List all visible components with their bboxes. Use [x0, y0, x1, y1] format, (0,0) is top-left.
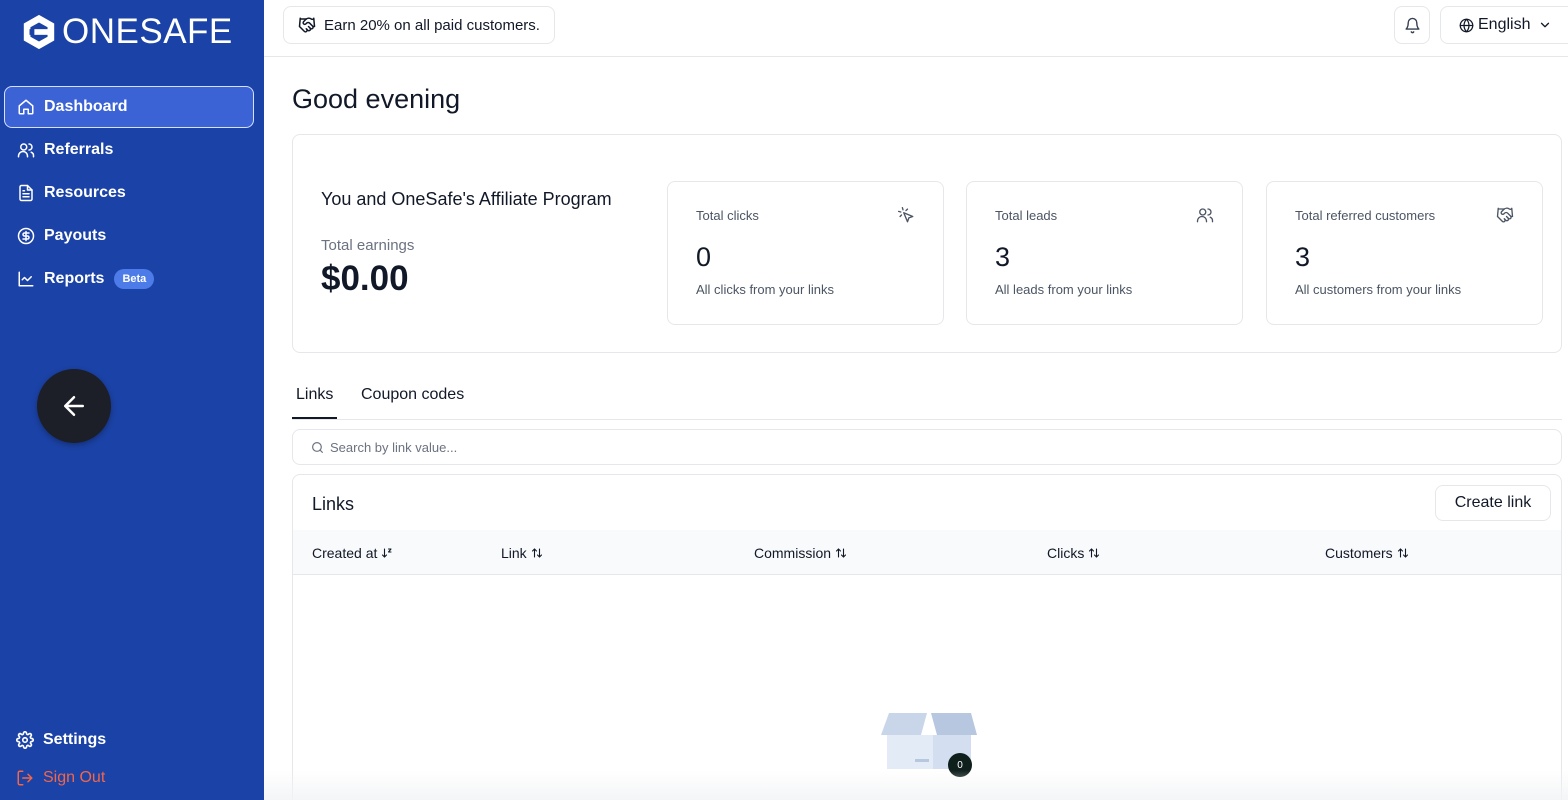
sort-icon [531, 547, 543, 559]
chart-line-icon [17, 270, 35, 288]
stat-label: Total clicks [696, 208, 759, 223]
sidebar-nav: Dashboard Referrals Resources Payouts Re… [4, 86, 254, 301]
links-table-card: Links Create link Created at Link Commis… [292, 474, 1562, 800]
search-bar [292, 429, 1562, 465]
sort-icon [835, 547, 847, 559]
promo-text: Earn 20% on all paid customers. [324, 16, 540, 34]
column-created-at[interactable]: Created at [312, 545, 393, 561]
column-customers[interactable]: Customers [1325, 545, 1409, 561]
earnings-label: Total earnings [321, 237, 415, 254]
sign-out-link[interactable]: Sign Out [16, 766, 256, 790]
stat-description: All clicks from your links [696, 282, 834, 297]
chevron-down-icon [1538, 18, 1552, 32]
settings-label: Settings [43, 731, 107, 748]
language-selector[interactable]: English [1440, 6, 1568, 44]
column-label: Commission [754, 545, 832, 561]
table-header: Created at Link Commission Clicks Custom… [293, 530, 1561, 575]
users-icon [1196, 206, 1214, 224]
program-title: You and OneSafe's Affiliate Program [321, 189, 612, 209]
tab-coupon-codes[interactable]: Coupon codes [361, 386, 464, 404]
stat-card-leads: Total leads 3 All leads from your links [966, 181, 1243, 325]
column-label: Created at [312, 545, 378, 561]
sidebar-item-resources[interactable]: Resources [4, 172, 254, 214]
page-title: Good evening [292, 84, 461, 114]
sidebar-item-referrals[interactable]: Referrals [4, 129, 254, 171]
sidebar-item-label: Resources [44, 184, 126, 201]
stat-value: 3 [995, 242, 1011, 272]
sidebar-item-label: Referrals [44, 141, 114, 158]
collapse-sidebar-button[interactable] [37, 369, 111, 443]
column-label: Link [501, 545, 527, 561]
stat-label: Total leads [995, 208, 1058, 223]
stat-description: All leads from your links [995, 282, 1133, 297]
document-icon [17, 184, 35, 202]
stat-value: 3 [1295, 242, 1311, 272]
column-label: Customers [1325, 545, 1393, 561]
cursor-click-icon [897, 206, 915, 224]
bell-icon [1404, 17, 1420, 33]
stat-label: Total referred customers [1295, 208, 1436, 223]
stat-value: 0 [696, 242, 712, 272]
top-bar: Earn 20% on all paid customers. English [264, 0, 1568, 57]
tab-links[interactable]: Links [291, 386, 338, 419]
affiliate-summary-card: You and OneSafe's Affiliate Program Tota… [292, 134, 1562, 353]
stat-card-customers: Total referred customers 3 All customers… [1266, 181, 1543, 325]
column-link[interactable]: Link [501, 545, 543, 561]
home-icon [17, 98, 35, 116]
sidebar-item-label: Reports [44, 270, 105, 287]
sidebar-item-label: Dashboard [44, 98, 128, 115]
sidebar-item-payouts[interactable]: Payouts [4, 215, 254, 257]
links-title: Links [312, 494, 355, 514]
sidebar: ONESAFE Dashboard Referrals Resources Pa… [0, 0, 264, 800]
earnings-value: $0.00 [321, 259, 409, 298]
sidebar-item-dashboard[interactable]: Dashboard [4, 86, 254, 128]
language-label: English [1478, 16, 1531, 33]
onesafe-logo-icon [23, 14, 55, 50]
search-input[interactable] [330, 439, 1230, 455]
column-label: Clicks [1047, 545, 1085, 561]
sign-out-label: Sign Out [43, 769, 106, 786]
handshake-icon [1496, 206, 1514, 224]
content-tabs: Links Coupon codes [291, 376, 1562, 420]
notifications-button[interactable] [1394, 6, 1430, 44]
arrow-left-icon [64, 396, 84, 416]
settings-link[interactable]: Settings [16, 728, 256, 752]
sort-icon [1397, 547, 1409, 559]
dollar-circle-icon [17, 227, 35, 245]
handshake-icon [298, 16, 316, 34]
promo-banner[interactable]: Earn 20% on all paid customers. [283, 6, 555, 44]
logout-icon [16, 769, 34, 787]
sort-desc-icon [381, 547, 393, 559]
column-clicks[interactable]: Clicks [1047, 545, 1100, 561]
globe-icon [1459, 18, 1474, 33]
sidebar-item-reports[interactable]: Reports Beta [4, 258, 254, 300]
create-link-button[interactable]: Create link [1435, 485, 1551, 521]
gear-icon [16, 731, 34, 749]
search-icon [311, 441, 324, 454]
brand-name: ONESAFE [62, 12, 233, 51]
stat-description: All customers from your links [1295, 282, 1462, 297]
sidebar-item-label: Payouts [44, 227, 107, 244]
stat-card-clicks: Total clicks 0 All clicks from your link… [667, 181, 944, 325]
sort-icon [1088, 547, 1100, 559]
brand-logo[interactable]: ONESAFE [20, 12, 233, 52]
users-icon [17, 141, 35, 159]
beta-badge: Beta [114, 269, 155, 289]
column-commission[interactable]: Commission [754, 545, 847, 561]
empty-count-badge: 0 [948, 753, 972, 777]
